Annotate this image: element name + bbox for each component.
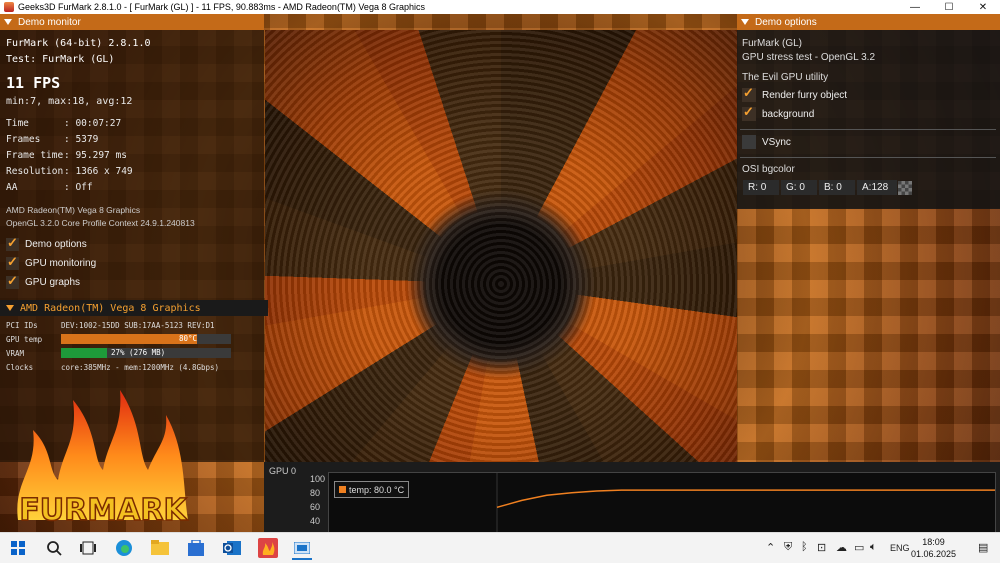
furmark-app-icon xyxy=(4,2,14,12)
windows-start-icon[interactable] xyxy=(8,538,28,558)
legend-swatch xyxy=(339,486,346,493)
color-a-field[interactable]: A:128 xyxy=(857,180,897,195)
color-b-field[interactable]: B: 0 xyxy=(819,180,855,195)
stat-frames: Frames: 5379 xyxy=(6,134,99,145)
window-titlebar[interactable]: Geeks3D FurMark 2.8.1.0 - [ FurMark (GL)… xyxy=(0,0,1000,14)
demo-options-header[interactable]: Demo options xyxy=(737,14,1000,30)
checkbox-checked-icon[interactable] xyxy=(6,273,19,289)
app-window-icon[interactable] xyxy=(292,538,312,560)
stat-resolution: Resolution: 1366 x 749 xyxy=(6,166,133,177)
tray-bluetooth-icon[interactable]: ᛒ xyxy=(801,541,808,553)
divider xyxy=(740,157,996,158)
tray-security-icon[interactable]: ⛨ xyxy=(784,541,792,554)
clock-date: 01.06.2025 xyxy=(910,549,956,559)
checkbox-gpu-monitoring[interactable]: GPU monitoring xyxy=(6,254,96,271)
task-view-icon[interactable] xyxy=(78,538,98,558)
color-g-field[interactable]: G: 0 xyxy=(781,180,817,195)
y-tick-label: 60 xyxy=(310,502,321,512)
gpu-temp-bar: 80°C xyxy=(61,334,231,344)
tray-usb-icon[interactable]: ⊡ xyxy=(817,541,826,554)
edge-icon[interactable] xyxy=(114,538,134,558)
tray-language[interactable]: ENG xyxy=(890,543,910,553)
tray-battery-icon[interactable]: ▭ xyxy=(854,541,864,554)
vram-bar-fill xyxy=(61,348,107,358)
graph-gpu-label: GPU 0 xyxy=(269,466,297,476)
outlook-icon[interactable] xyxy=(222,538,242,558)
checkbox-vsync[interactable]: VSync xyxy=(742,134,791,150)
fps-readout: 11 FPS xyxy=(6,74,61,92)
color-r-field[interactable]: R: 0 xyxy=(743,180,779,195)
stat-frame-time: Frame time: 95.297 ms xyxy=(6,150,127,161)
checkbox-render-furry-object[interactable]: Render furry object xyxy=(742,85,847,103)
checkbox-demo-options[interactable]: Demo options xyxy=(6,235,87,252)
logo-text: FURMARK xyxy=(19,493,188,528)
search-icon[interactable] xyxy=(44,538,64,558)
test-description: GPU stress test - OpenGL 3.2 xyxy=(742,52,876,63)
gpu-graph-panel: GPU 0 100 80 60 40 temp: 80.0 °C xyxy=(264,462,1000,534)
color-preview-swatch[interactable] xyxy=(898,181,912,195)
collapse-triangle-icon xyxy=(741,19,749,25)
y-tick-label: 80 xyxy=(310,488,321,498)
furmark-logo: FURMARK xyxy=(17,390,189,529)
collapse-triangle-icon xyxy=(6,305,14,311)
demo-monitor-header[interactable]: Demo monitor xyxy=(0,14,264,30)
taskbar-clock[interactable]: 18:09 01.06.2025 xyxy=(911,536,956,560)
utility-label: The Evil GPU utility xyxy=(742,72,829,83)
checkbox-checked-icon[interactable] xyxy=(6,235,19,251)
vram-label: VRAM xyxy=(6,349,25,358)
temperature-plot xyxy=(328,472,996,534)
tray-chevron-up-icon[interactable]: ⌃ xyxy=(766,541,775,554)
collapse-triangle-icon xyxy=(4,19,12,25)
window-title: Geeks3D FurMark 2.8.1.0 - [ FurMark (GL)… xyxy=(18,2,425,12)
checkbox-gpu-graphs[interactable]: GPU graphs xyxy=(6,273,80,290)
demo-monitor-title: Demo monitor xyxy=(18,16,81,28)
checkbox-checked-icon[interactable] xyxy=(742,85,756,102)
divider xyxy=(740,129,996,130)
y-tick-label: 40 xyxy=(310,516,321,526)
renderer-name: FurMark (GL) xyxy=(742,38,802,49)
osi-bgcolor-label: OSI bgcolor xyxy=(742,164,795,175)
gl-info: OpenGL 3.2.0 Core Profile Context 24.9.1… xyxy=(6,218,195,228)
tray-volume-icon[interactable]: 🔈︎ xyxy=(870,541,877,554)
test-name: Test: FurMark (GL) xyxy=(6,54,115,65)
app-version: FurMark (64-bit) 2.8.1.0 xyxy=(6,38,151,49)
gpu-temp-bar-fill xyxy=(61,334,197,344)
graph-legend: temp: 80.0 °C xyxy=(334,481,410,498)
stat-time: Time: 00:07:27 xyxy=(6,118,122,129)
gpu-monitor-header[interactable]: AMD Radeon(TM) Vega 8 Graphics xyxy=(0,300,268,316)
minimize-button[interactable]: — xyxy=(898,0,932,14)
close-button[interactable]: ✕ xyxy=(966,0,1000,14)
maximize-button[interactable]: ☐ xyxy=(932,0,966,14)
vram-bar: 27% (276 MB) xyxy=(61,348,231,358)
stat-aa: AA: Off xyxy=(6,182,93,193)
gpu-temp-value: 80°C xyxy=(178,334,197,343)
furmark-icon[interactable] xyxy=(258,538,278,558)
fps-stats: min:7, max:18, avg:12 xyxy=(6,96,133,107)
gpu-temp-label: GPU temp xyxy=(6,335,43,344)
checkbox-checked-icon[interactable] xyxy=(6,254,19,270)
temperature-series-line xyxy=(496,489,995,509)
checkbox-unchecked-icon[interactable] xyxy=(742,135,756,149)
gpu-name: AMD Radeon(TM) Vega 8 Graphics xyxy=(6,205,141,215)
y-tick-label: 100 xyxy=(310,474,326,484)
checkbox-checked-icon[interactable] xyxy=(742,104,756,121)
notification-icon[interactable]: ▤ xyxy=(978,541,988,554)
taskbar: ⌃ ⛨ ᛒ ⊡ ☁ ▭ 🔈︎ ENG 18:09 01.06.2025 ▤ xyxy=(0,532,1000,563)
vram-value: 27% (276 MB) xyxy=(111,348,166,357)
file-explorer-icon[interactable] xyxy=(150,538,170,558)
tray-onedrive-icon[interactable]: ☁ xyxy=(836,541,847,554)
checkbox-background[interactable]: background xyxy=(742,104,814,122)
furry-donut-render xyxy=(265,30,737,476)
store-icon[interactable] xyxy=(186,538,206,558)
clock-time: 18:09 xyxy=(922,537,945,547)
pci-ids-row: PCI IDs DEV:1002-15DD SUB:17AA-5123 REV:D… xyxy=(6,321,215,330)
